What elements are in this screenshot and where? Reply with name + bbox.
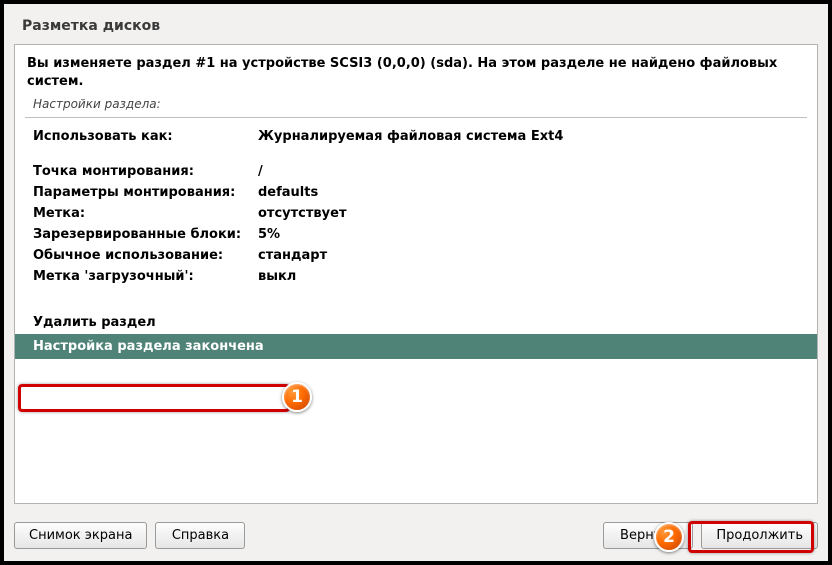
setting-label: Метка 'загрузочный':: [33, 269, 258, 284]
setting-row[interactable]: Точка монтирования:/: [15, 161, 817, 182]
setting-gap: [15, 287, 817, 301]
setting-row[interactable]: Метка 'загрузочный':выкл: [15, 266, 817, 287]
setting-row[interactable]: Метка:отсутствует: [15, 203, 817, 224]
installer-window: Разметка дисков Вы изменяете раздел #1 н…: [0, 0, 832, 565]
setting-label: Параметры монтирования:: [33, 185, 258, 200]
intro-text: Вы изменяете раздел #1 на устройстве SCS…: [15, 45, 817, 95]
help-button[interactable]: Справка: [155, 522, 245, 549]
setting-label: Метка:: [33, 206, 258, 221]
setting-row[interactable]: Обычное использование:стандарт: [15, 245, 817, 266]
setting-row[interactable]: Зарезервированные блоки:5%: [15, 224, 817, 245]
settings-subtitle: Настройки раздела:: [15, 95, 817, 117]
setting-value: отсутствует: [258, 206, 346, 221]
setting-row[interactable]: Использовать как:Журналируемая файловая …: [15, 126, 817, 147]
setting-label: Точка монтирования:: [33, 164, 258, 179]
setting-value: /: [258, 164, 263, 179]
screenshot-button[interactable]: Снимок экрана: [14, 522, 147, 549]
setting-value: выкл: [258, 269, 296, 284]
setting-label: Обычное использование:: [33, 248, 258, 263]
setting-label: Использовать как:: [33, 129, 258, 144]
back-button[interactable]: Вернуть: [603, 522, 693, 549]
footer-bar: Снимок экрана Справка Вернуть Продолжить: [4, 514, 828, 561]
setting-value: стандарт: [258, 248, 327, 263]
setting-value: defaults: [258, 185, 318, 200]
settings-list: Использовать как:Журналируемая файловая …: [15, 118, 817, 311]
continue-button[interactable]: Продолжить: [701, 522, 818, 549]
setting-row[interactable]: Параметры монтирования:defaults: [15, 182, 817, 203]
setting-label: Зарезервированные блоки:: [33, 227, 258, 242]
main-panel: Вы изменяете раздел #1 на устройстве SCS…: [14, 44, 818, 504]
window-title: Разметка дисков: [4, 4, 828, 44]
done-setting-partition-action[interactable]: Настройка раздела закончена: [15, 334, 817, 359]
setting-value: Журналируемая файловая система Ext4: [258, 129, 563, 144]
setting-value: 5%: [258, 227, 280, 242]
delete-partition-action[interactable]: Удалить раздел: [15, 311, 817, 334]
setting-gap: [15, 147, 817, 161]
